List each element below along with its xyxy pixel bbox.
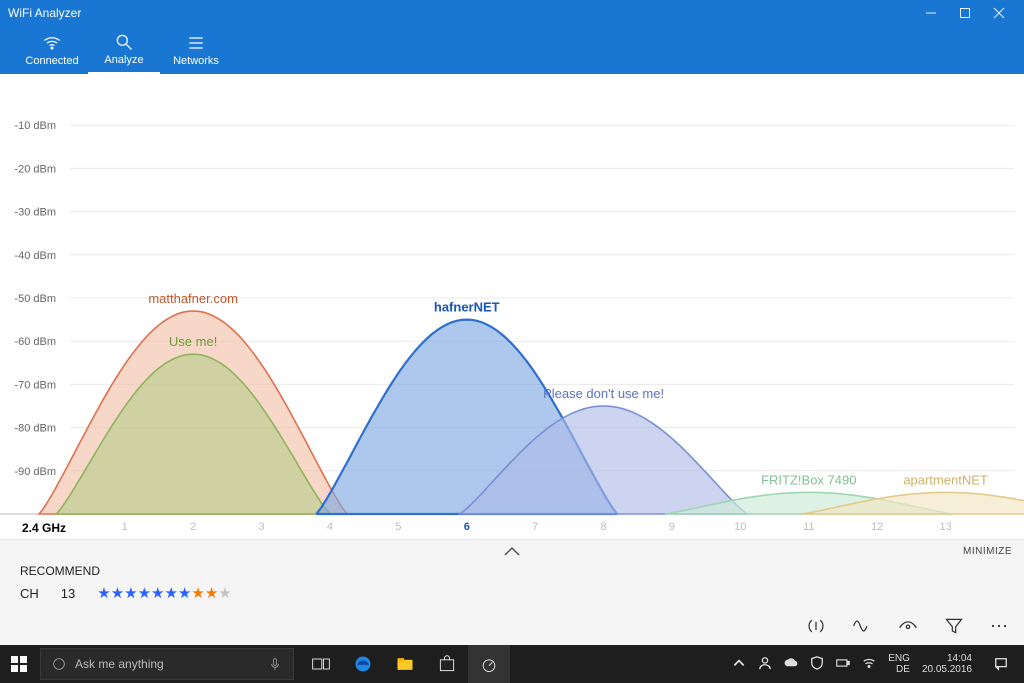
- svg-text:apartmentNET: apartmentNET: [903, 472, 988, 487]
- tab-label: Analyze: [104, 54, 143, 66]
- start-button[interactable]: [0, 656, 38, 672]
- svg-text:4: 4: [327, 521, 333, 533]
- recommended-channel: 13: [61, 586, 75, 601]
- taskbar-app-wifi-analyzer[interactable]: [468, 645, 510, 683]
- band-label: 2.4 GHz: [22, 521, 66, 535]
- svg-text:13: 13: [939, 521, 951, 533]
- wifi-icon: [42, 33, 62, 53]
- tray-wifi-icon[interactable]: [862, 656, 876, 673]
- svg-text:-20 dBm: -20 dBm: [14, 163, 56, 175]
- analyze-icon: [114, 32, 134, 52]
- rating-stars: ★★★★★★★★★★: [97, 584, 232, 602]
- system-tray: ENGDE 14:0420.05.2016: [732, 645, 1024, 683]
- svg-text:Please don't use me!: Please don't use me!: [543, 386, 664, 401]
- expand-panel-button[interactable]: [504, 546, 520, 560]
- tab-analyze[interactable]: Analyze: [88, 26, 160, 74]
- mic-icon[interactable]: [267, 656, 283, 672]
- tab-label: Connected: [25, 55, 78, 67]
- tray-clock[interactable]: 14:0420.05.2016: [922, 653, 972, 675]
- cortana-icon: [51, 656, 67, 672]
- svg-text:6: 6: [464, 521, 470, 533]
- list-icon: [186, 33, 206, 53]
- svg-text:-70 dBm: -70 dBm: [14, 379, 56, 391]
- minimize-panel-button[interactable]: MINIMIZE: [963, 546, 1012, 557]
- tray-language[interactable]: ENGDE: [888, 653, 910, 675]
- svg-text:-60 dBm: -60 dBm: [14, 336, 56, 348]
- tray-chevron-icon[interactable]: [732, 656, 746, 673]
- taskbar-app-store[interactable]: [426, 645, 468, 683]
- tray-defender-icon[interactable]: [810, 656, 824, 673]
- tab-connected[interactable]: Connected: [16, 26, 88, 74]
- wave-icon[interactable]: [852, 616, 872, 639]
- svg-text:matthafner.com: matthafner.com: [148, 291, 238, 306]
- tab-label: Networks: [173, 55, 219, 67]
- search-placeholder: Ask me anything: [75, 657, 164, 671]
- svg-text:FRITZ!Box 7490: FRITZ!Box 7490: [761, 472, 856, 487]
- task-view-button[interactable]: [300, 645, 342, 683]
- beacon-icon[interactable]: [806, 616, 826, 639]
- svg-text:10: 10: [734, 521, 746, 533]
- tray-onedrive-icon[interactable]: [784, 656, 798, 673]
- svg-text:12: 12: [871, 521, 883, 533]
- svg-text:Use me!: Use me!: [169, 334, 217, 349]
- more-icon[interactable]: ⋯: [990, 616, 1008, 639]
- tray-people-icon[interactable]: [758, 656, 772, 673]
- svg-text:9: 9: [669, 521, 675, 533]
- svg-text:-40 dBm: -40 dBm: [14, 250, 56, 262]
- tab-networks[interactable]: Networks: [160, 26, 232, 74]
- channel-label: CH: [20, 586, 39, 601]
- svg-text:-80 dBm: -80 dBm: [14, 423, 56, 435]
- svg-text:2: 2: [190, 521, 196, 533]
- windows-taskbar: Ask me anything ENGDE 14:0420.05.2016: [0, 645, 1024, 683]
- svg-text:7: 7: [532, 521, 538, 533]
- tray-battery-icon[interactable]: [836, 656, 850, 673]
- app-title: WiFi Analyzer: [8, 6, 81, 20]
- maximize-window-button[interactable]: [948, 0, 982, 26]
- eye-icon[interactable]: [898, 616, 918, 639]
- recommend-panel: MINIMIZE RECOMMEND CH 13 ★★★★★★★★★★ ⋯: [0, 540, 1024, 645]
- svg-text:5: 5: [395, 521, 401, 533]
- svg-text:-90 dBm: -90 dBm: [14, 466, 56, 478]
- close-window-button[interactable]: [982, 0, 1016, 26]
- signal-chart: -10 dBm -20 dBm -30 dBm -40 dBm -50 dBm -60 d…: [0, 74, 1024, 540]
- filter-icon[interactable]: [944, 616, 964, 639]
- command-bar: Connected Analyze Networks: [0, 26, 1024, 74]
- minimize-window-button[interactable]: [914, 0, 948, 26]
- svg-text:-50 dBm: -50 dBm: [14, 293, 56, 305]
- action-center-button[interactable]: [984, 645, 1018, 683]
- cortana-search[interactable]: Ask me anything: [40, 648, 294, 680]
- svg-text:1: 1: [122, 521, 128, 533]
- svg-text:-30 dBm: -30 dBm: [14, 207, 56, 219]
- svg-text:8: 8: [601, 521, 607, 533]
- svg-text:-10 dBm: -10 dBm: [14, 120, 56, 132]
- svg-text:11: 11: [803, 521, 814, 533]
- taskbar-app-explorer[interactable]: [384, 645, 426, 683]
- window-titlebar: WiFi Analyzer: [0, 0, 1024, 26]
- svg-text:hafnerNET: hafnerNET: [434, 300, 500, 315]
- recommend-title: RECOMMEND: [20, 564, 1004, 578]
- taskbar-app-edge[interactable]: [342, 645, 384, 683]
- svg-text:3: 3: [258, 521, 264, 533]
